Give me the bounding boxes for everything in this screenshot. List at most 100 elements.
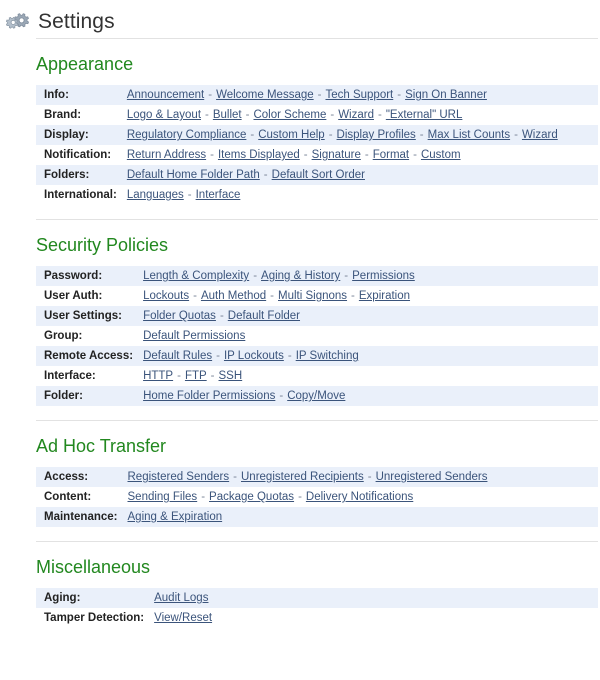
link-separator: -	[514, 129, 518, 141]
setting-link-tech-support[interactable]: Tech Support	[325, 89, 393, 101]
setting-link-wizard[interactable]: Wizard	[338, 109, 374, 121]
setting-link-copy-move[interactable]: Copy/Move	[287, 390, 345, 402]
setting-link-unregistered-recipients[interactable]: Unregistered Recipients	[241, 471, 364, 483]
settings-table: Password: Length & Complexity - Aging & His…	[36, 266, 598, 406]
link-separator: -	[201, 491, 206, 503]
setting-link-wizard[interactable]: Wizard	[522, 129, 558, 141]
setting-link-delivery-notifications[interactable]: Delivery Notifications	[306, 491, 413, 503]
row-links: Lockouts - Auth Method - Multi Signons - Expir…	[143, 286, 598, 306]
link-separator: -	[279, 390, 284, 402]
setting-link-custom[interactable]: Custom	[421, 149, 461, 161]
setting-link-custom-help[interactable]: Custom Help	[258, 129, 324, 141]
link-separator: -	[219, 310, 224, 322]
setting-link-default-sort-order[interactable]: Default Sort Order	[272, 169, 365, 181]
setting-link-aging-history[interactable]: Aging & History	[261, 270, 340, 282]
setting-link-expiration[interactable]: Expiration	[359, 290, 410, 302]
setting-link-external-url[interactable]: "External" URL	[386, 109, 463, 121]
setting-link-format[interactable]: Format	[373, 149, 409, 161]
row-label: Content:	[44, 491, 92, 503]
link-separator: -	[303, 149, 308, 161]
link-separator: -	[205, 109, 209, 121]
link-separator: -	[245, 109, 250, 121]
setting-link-default-home-folder-path[interactable]: Default Home Folder Path	[127, 169, 260, 181]
setting-link-languages[interactable]: Languages	[127, 189, 184, 201]
setting-link-items-displayed[interactable]: Items Displayed	[218, 149, 300, 161]
setting-link-interface[interactable]: Interface	[196, 189, 241, 201]
setting-link-announcement[interactable]: Announcement	[127, 89, 204, 101]
link-separator: -	[317, 89, 322, 101]
setting-link-registered-senders[interactable]: Registered Senders	[128, 471, 230, 483]
header-divider	[36, 38, 598, 39]
setting-link-default-permissions[interactable]: Default Permissions	[143, 330, 245, 342]
setting-link-folder-quotas[interactable]: Folder Quotas	[143, 310, 216, 322]
setting-link-welcome-message[interactable]: Welcome Message	[216, 89, 314, 101]
link-separator: -	[328, 129, 333, 141]
section-appearance: Appearance Info: Announcement - Welcome Mess…	[0, 53, 600, 219]
table-row: Folders: Default Home Folder Path - Default…	[36, 165, 598, 185]
row-links: Audit Logs	[154, 588, 598, 608]
setting-link-permissions[interactable]: Permissions	[352, 270, 415, 282]
section-ad-hoc-transfer: Ad Hoc Transfer Access: Registered Senders…	[0, 435, 600, 541]
setting-link-regulatory-compliance[interactable]: Regulatory Compliance	[127, 129, 247, 141]
setting-link-aging-expiration[interactable]: Aging & Expiration	[128, 511, 223, 523]
setting-link-logo-layout[interactable]: Logo & Layout	[127, 109, 201, 121]
setting-link-display-profiles[interactable]: Display Profiles	[337, 129, 416, 141]
setting-link-ip-lockouts[interactable]: IP Lockouts	[224, 350, 284, 362]
setting-link-length-complexity[interactable]: Length & Complexity	[143, 270, 249, 282]
row-label: Brand:	[44, 109, 82, 121]
row-links: Sending Files - Package Quotas - Delivery No…	[128, 487, 599, 507]
row-links: Home Folder Permissions - Copy/Move	[143, 386, 598, 406]
link-separator: -	[298, 491, 302, 503]
setting-link-bullet[interactable]: Bullet	[213, 109, 242, 121]
row-links: HTTP - FTP - SSH	[143, 366, 598, 386]
setting-link-default-rules[interactable]: Default Rules	[143, 350, 212, 362]
table-row: User Auth: Lockouts - Auth Method - Multi Sig…	[36, 286, 598, 306]
settings-page: Settings Appearance Info: Announcement - Wel…	[0, 0, 600, 680]
setting-link-http[interactable]: HTTP	[143, 370, 173, 382]
link-separator: -	[210, 149, 214, 161]
row-label: Tamper Detection:	[44, 612, 145, 624]
row-label: Remote Access:	[44, 350, 134, 362]
setting-link-view-reset[interactable]: View/Reset	[154, 612, 212, 624]
setting-link-max-list-counts[interactable]: Max List Counts	[428, 129, 510, 141]
link-separator: -	[377, 109, 382, 121]
link-separator: -	[250, 129, 255, 141]
settings-table: Info: Announcement - Welcome Message - Tech S…	[36, 85, 598, 205]
setting-link-unregistered-senders[interactable]: Unregistered Senders	[376, 471, 488, 483]
section-title: Security Policies	[36, 235, 169, 255]
setting-link-ssh[interactable]: SSH	[219, 370, 243, 382]
row-links: Languages - Interface	[127, 185, 598, 205]
setting-link-home-folder-permissions[interactable]: Home Folder Permissions	[143, 390, 275, 402]
row-links: Default Rules - IP Lockouts - IP Switching	[143, 346, 598, 366]
setting-link-default-folder[interactable]: Default Folder	[228, 310, 300, 322]
table-row: Remote Access: Default Rules - IP Lockouts -…	[36, 346, 598, 366]
table-row: Aging: Audit Logs	[36, 588, 598, 608]
row-label: Access:	[44, 471, 89, 483]
setting-link-ip-switching[interactable]: IP Switching	[296, 350, 359, 362]
setting-link-lockouts[interactable]: Lockouts	[143, 290, 189, 302]
settings-table: Access: Registered Senders - Unregistered R…	[36, 467, 598, 527]
setting-link-multi-signons[interactable]: Multi Signons	[278, 290, 347, 302]
section-security-policies: Security Policies Password: Length & Compl…	[0, 234, 600, 420]
table-row: Access: Registered Senders - Unregistered R…	[36, 467, 598, 487]
setting-link-audit-logs[interactable]: Audit Logs	[154, 592, 208, 604]
link-separator: -	[330, 109, 335, 121]
row-label: Notification:	[44, 149, 112, 161]
setting-link-return-address[interactable]: Return Address	[127, 149, 206, 161]
table-row: Folder: Home Folder Permissions - Copy/Move	[36, 386, 598, 406]
table-row: Info: Announcement - Welcome Message - Tech S…	[36, 85, 598, 105]
section-title: Ad Hoc Transfer	[36, 436, 167, 456]
setting-link-sign-on-banner[interactable]: Sign On Banner	[405, 89, 487, 101]
setting-link-signature[interactable]: Signature	[312, 149, 361, 161]
row-links: Default Permissions	[143, 326, 598, 346]
table-row: Group: Default Permissions	[36, 326, 598, 346]
setting-link-auth-method[interactable]: Auth Method	[201, 290, 266, 302]
setting-link-ftp[interactable]: FTP	[185, 370, 207, 382]
link-separator: -	[210, 370, 215, 382]
setting-link-package-quotas[interactable]: Package Quotas	[209, 491, 294, 503]
setting-link-color-scheme[interactable]: Color Scheme	[253, 109, 326, 121]
setting-link-sending-files[interactable]: Sending Files	[128, 491, 198, 503]
